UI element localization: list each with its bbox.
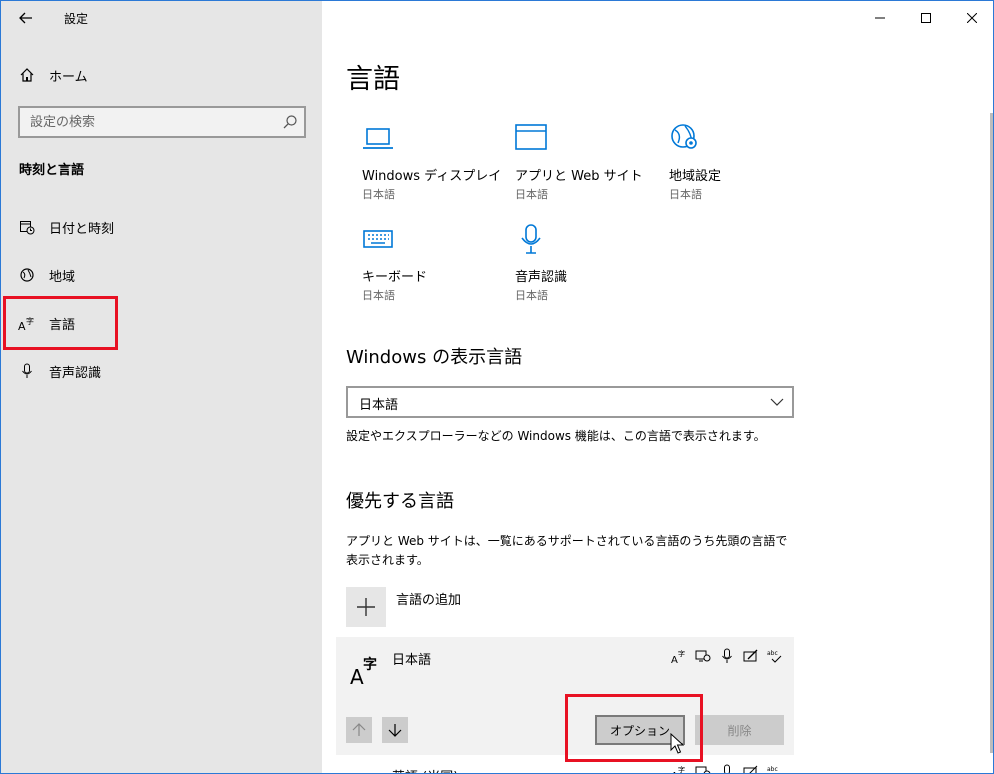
scrollbar[interactable] [990, 113, 993, 753]
tile-name: 音声認識 [515, 270, 568, 285]
arrow-up-icon [352, 723, 366, 736]
language-features: A字 abc [670, 647, 784, 665]
search-icon[interactable] [282, 114, 298, 130]
sidebar-item-label: 言語 [49, 317, 76, 333]
globe-settings-icon [671, 124, 697, 149]
display-language-select[interactable]: 日本語 [346, 386, 794, 418]
tile-name: Windows ディスプレイ [362, 169, 502, 184]
preferred-language-description: アプリと Web サイトは、一覧にあるサポートされている言語のうち先頭の言語で表… [346, 534, 788, 567]
calendar-clock-icon [18, 218, 36, 236]
back-button[interactable] [11, 5, 41, 31]
globe-icon [18, 266, 36, 284]
keyboard-icon [363, 230, 393, 248]
remove-button[interactable]: 削除 [695, 715, 784, 745]
sidebar-item-label: 日付と時刻 [49, 221, 115, 237]
language-icon: A字 [350, 656, 377, 685]
close-icon [967, 13, 977, 23]
tile-apps-websites[interactable]: アプリと Web サイト 日本語 [499, 123, 649, 213]
plus-icon [357, 598, 375, 616]
language-name: 日本語 [392, 653, 432, 668]
tile-subtitle: 日本語 [362, 188, 395, 201]
arrow-down-icon [388, 724, 402, 737]
tile-name: 地域設定 [669, 169, 722, 184]
tile-subtitle: 日本語 [362, 289, 395, 302]
window-controls [857, 1, 993, 35]
main-content: 言語 Windows ディスプレイ 日本語 アプリと Web サイト 日本語 地… [322, 1, 993, 774]
sidebar-item-speech[interactable]: 音声認識 [1, 351, 322, 391]
maximize-button[interactable] [903, 1, 949, 35]
text-to-speech-feature-icon [694, 647, 712, 665]
minimize-button[interactable] [857, 1, 903, 35]
search-input[interactable] [30, 113, 270, 131]
search-box[interactable] [18, 106, 306, 138]
tile-name: キーボード [362, 270, 428, 285]
page-title: 言語 [346, 64, 400, 95]
sidebar-item-label: ホーム [49, 69, 88, 85]
options-button[interactable]: オプション [595, 715, 685, 745]
sidebar-item-language[interactable]: A字 言語 [1, 303, 322, 343]
tile-speech[interactable]: 音声認識 日本語 [499, 224, 649, 314]
handwriting-feature-icon [742, 647, 760, 665]
language-list-item-english[interactable]: 英語 (米国) A字 abc [336, 761, 794, 774]
language-name: 英語 (米国) [392, 766, 458, 773]
laptop-icon [363, 128, 393, 149]
chevron-down-icon [770, 398, 784, 406]
svg-text:字: 字 [363, 656, 377, 673]
tile-subtitle: 日本語 [515, 289, 548, 302]
back-arrow-icon [19, 12, 32, 24]
add-language-label[interactable]: 言語の追加 [396, 589, 461, 608]
sidebar: 設定 ホーム 時刻と言語 日付と時刻 地域 A字 [1, 1, 322, 773]
svg-text:A: A [350, 665, 364, 685]
display-language-description: 設定やエクスプローラーなどの Windows 機能は、この言語で表示されます。 [346, 429, 766, 443]
svg-text:abc: abc [767, 650, 778, 657]
speech-recognition-feature-icon [718, 763, 736, 773]
browser-window-icon [515, 124, 547, 150]
sidebar-item-region[interactable]: 地域 [1, 255, 322, 295]
sidebar-item-label: 地域 [49, 269, 76, 285]
maximize-icon [921, 13, 931, 23]
add-language-button[interactable] [346, 587, 386, 627]
handwriting-feature-icon [742, 763, 760, 773]
svg-text:字: 字 [678, 649, 685, 658]
display-language-heading: Windows の表示言語 [346, 347, 523, 368]
microphone-icon [18, 362, 36, 380]
preferred-language-heading: 優先する言語 [346, 491, 454, 512]
tile-regional-format[interactable]: 地域設定 日本語 [653, 123, 803, 213]
minimize-icon [875, 17, 885, 19]
language-icon: A字 [18, 314, 36, 332]
language-list-item-japanese[interactable]: A字 日本語 A字 abc オプション 削除 [336, 637, 794, 755]
tile-subtitle: 日本語 [669, 188, 702, 201]
sidebar-item-label: 音声認識 [49, 365, 102, 381]
tile-windows-display[interactable]: Windows ディスプレイ 日本語 [346, 123, 501, 213]
language-features: A字 abc [670, 763, 784, 774]
move-up-button[interactable] [346, 717, 372, 743]
text-to-speech-feature-icon [694, 763, 712, 773]
title-bar: 設定 [1, 1, 322, 35]
home-icon [18, 66, 36, 84]
spell-check-feature-icon: abc [766, 763, 784, 773]
close-button[interactable] [949, 1, 993, 35]
display-language-feature-icon: A字 [670, 647, 688, 665]
settings-window: 設定 ホーム 時刻と言語 日付と時刻 地域 A字 [0, 0, 994, 774]
speech-recognition-feature-icon [718, 647, 736, 665]
section-title: 時刻と言語 [19, 163, 85, 178]
spell-check-feature-icon: abc [766, 647, 784, 665]
svg-text:字: 字 [678, 765, 685, 774]
tile-name: アプリと Web サイト [515, 169, 643, 184]
svg-text:abc: abc [767, 766, 778, 773]
microphone-icon [521, 224, 541, 254]
tile-keyboard[interactable]: キーボード 日本語 [346, 224, 496, 314]
move-down-button[interactable] [382, 717, 408, 743]
app-title: 設定 [64, 12, 89, 26]
svg-text:A: A [18, 320, 26, 331]
svg-text:A: A [671, 655, 678, 664]
display-language-value: 日本語 [359, 398, 399, 413]
svg-text:字: 字 [26, 316, 34, 326]
sidebar-item-date-time[interactable]: 日付と時刻 [1, 207, 322, 247]
sidebar-item-home[interactable]: ホーム [1, 55, 322, 95]
tile-subtitle: 日本語 [515, 188, 548, 201]
display-language-feature-icon: A字 [670, 763, 688, 774]
